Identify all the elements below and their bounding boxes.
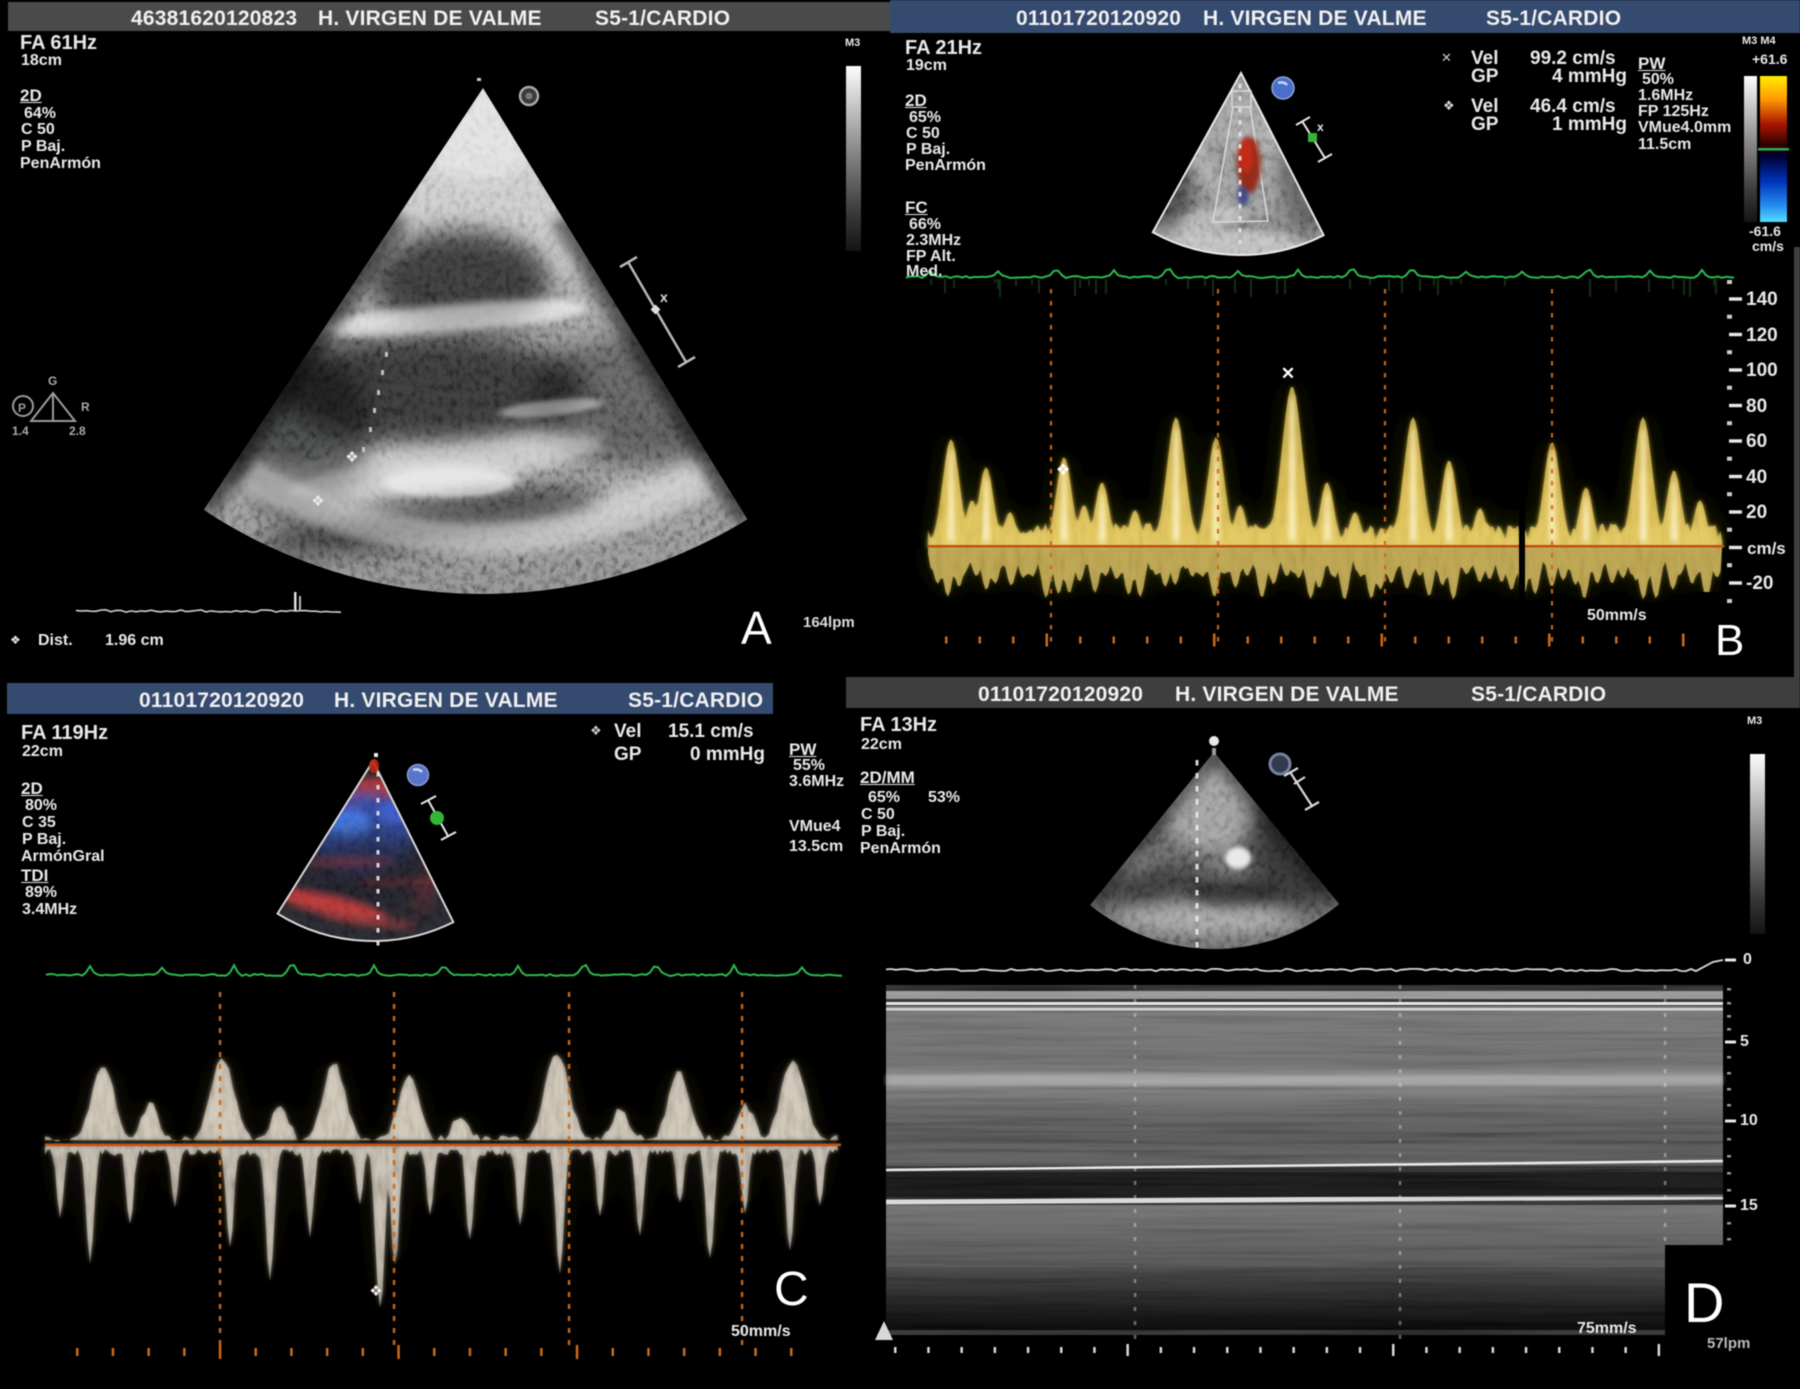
svg-text:✕: ✕ xyxy=(1281,364,1295,383)
svg-text:x: x xyxy=(660,289,668,305)
svg-text:2.8: 2.8 xyxy=(69,424,86,438)
svg-text:❖: ❖ xyxy=(345,449,358,466)
svg-text:❖: ❖ xyxy=(369,1283,382,1300)
svg-text:P: P xyxy=(18,401,26,415)
svg-text:1.4: 1.4 xyxy=(12,424,29,438)
svg-text:R: R xyxy=(81,400,90,414)
svg-text:x: x xyxy=(1317,120,1324,134)
svg-text:G: G xyxy=(48,374,57,388)
svg-text:❖: ❖ xyxy=(311,493,324,510)
svg-text:❖: ❖ xyxy=(1056,462,1070,479)
